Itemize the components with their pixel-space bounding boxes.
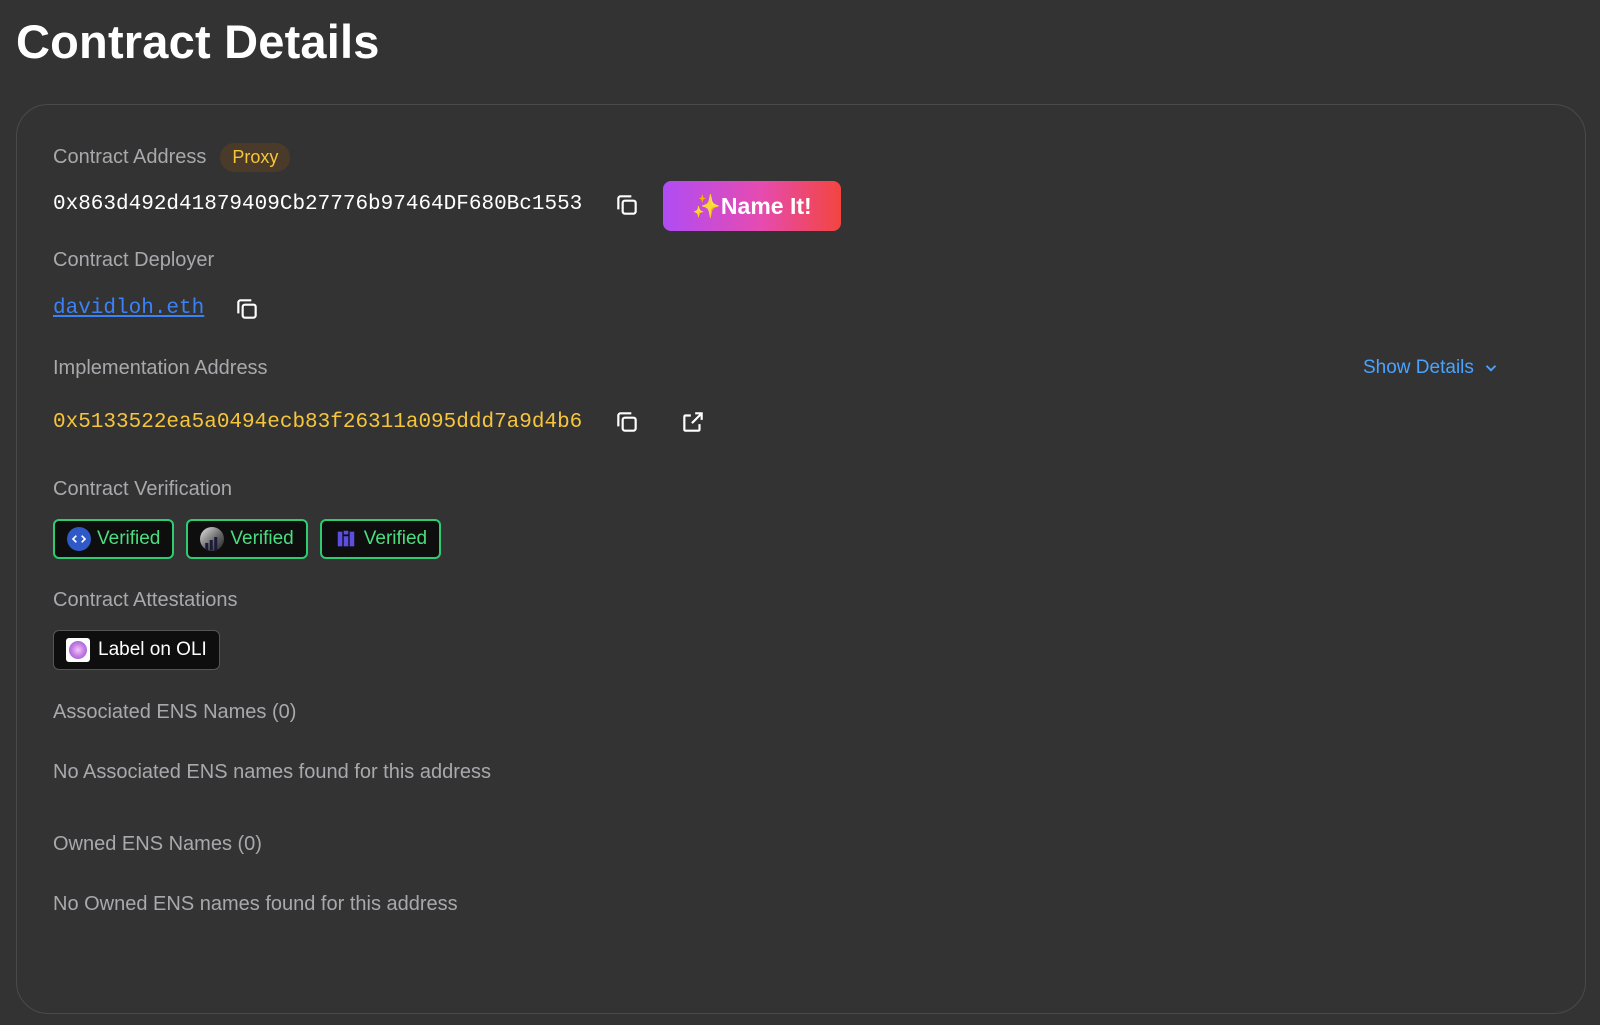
open-external-button[interactable] bbox=[677, 406, 709, 438]
copy-icon bbox=[617, 195, 637, 215]
name-it-button[interactable]: ✨Name It! bbox=[663, 181, 841, 231]
verified-badge-blockscout[interactable]: Verified bbox=[186, 519, 308, 559]
oli-logo-icon bbox=[66, 638, 90, 662]
sourcify-icon bbox=[67, 527, 91, 551]
external-link-icon bbox=[683, 412, 703, 432]
verification-badges: Verified Verified Verified bbox=[53, 519, 442, 559]
contract-address-header: Contract Address Proxy bbox=[53, 143, 291, 172]
chevron-down-icon bbox=[1485, 365, 1497, 372]
page-title: Contract Details bbox=[16, 15, 380, 68]
copy-implementation-button[interactable] bbox=[611, 406, 643, 438]
deployer-link[interactable]: davidloh.eth bbox=[53, 297, 204, 320]
contract-address-value[interactable]: 0x863d492d41879409Cb27776b97464DF680Bc15… bbox=[53, 193, 582, 216]
verified-label: Verified bbox=[230, 528, 294, 549]
contract-details-card: Contract Address Proxy 0x863d492d4187940… bbox=[16, 104, 1586, 1014]
verified-badge-sourcify[interactable]: Verified bbox=[53, 519, 175, 559]
proxy-badge: Proxy bbox=[220, 143, 291, 172]
contract-deployer-label: Contract Deployer bbox=[53, 249, 215, 271]
verified-badge-routescan[interactable]: Verified bbox=[319, 519, 442, 559]
contract-verification-label: Contract Verification bbox=[53, 478, 232, 500]
contract-address-label: Contract Address bbox=[53, 146, 207, 168]
associated-ens-empty: No Associated ENS names found for this a… bbox=[53, 761, 492, 783]
implementation-address-value[interactable]: 0x5133522ea5a0494ecb83f26311a095ddd7a9d4… bbox=[53, 411, 582, 434]
implementation-address-label: Implementation Address bbox=[53, 357, 268, 379]
label-on-oli-button[interactable]: Label on OLI bbox=[53, 630, 220, 670]
routescan-icon bbox=[334, 527, 358, 551]
verified-label: Verified bbox=[363, 528, 428, 549]
copy-address-button[interactable] bbox=[611, 189, 643, 221]
verified-label: Verified bbox=[97, 528, 161, 549]
blockscout-icon bbox=[200, 527, 225, 551]
copy-deployer-button[interactable] bbox=[231, 293, 263, 325]
contract-attestations-label: Contract Attestations bbox=[53, 589, 238, 611]
owned-ens-empty: No Owned ENS names found for this addres… bbox=[53, 893, 458, 915]
show-details-label: Show Details bbox=[1363, 357, 1474, 378]
copy-icon bbox=[237, 299, 257, 319]
label-on-oli-text: Label on OLI bbox=[98, 639, 207, 660]
owned-ens-label: Owned ENS Names (0) bbox=[53, 833, 262, 855]
show-details-button[interactable]: Show Details bbox=[1363, 357, 1500, 379]
associated-ens-label: Associated ENS Names (0) bbox=[53, 701, 297, 723]
copy-icon bbox=[617, 412, 637, 432]
